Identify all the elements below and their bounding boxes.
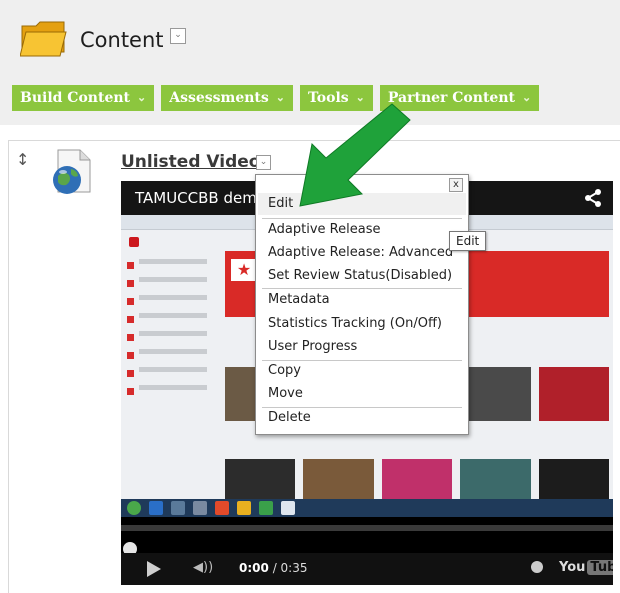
chevron-down-icon: ⌄ (137, 91, 147, 104)
taskbar-app-icon (259, 501, 273, 515)
menu-divider (262, 218, 462, 219)
youtube-logo[interactable]: YouTube (559, 560, 613, 575)
menu-divider (262, 288, 462, 289)
taskbar-app-icon (171, 501, 185, 515)
menu-item-set-review-status[interactable]: Set Review Status(Disabled) (268, 268, 452, 283)
menu-item-adaptive-release-advanced[interactable]: Adaptive Release: Advanced (268, 245, 453, 260)
taskbar-app-icon (215, 501, 229, 515)
video-controls: ◀)) 0:00 / 0:35 YouTube (121, 553, 613, 585)
drag-handle-icon[interactable]: ↕ (16, 150, 29, 169)
menu-item-delete[interactable]: Delete (268, 410, 311, 425)
watch-later-icon[interactable] (531, 561, 543, 573)
item-title-link[interactable]: Unlisted Video (121, 152, 261, 172)
taskbar-app-icon (237, 501, 251, 515)
windows-taskbar (121, 499, 613, 517)
build-content-button[interactable]: Build Content ⌄ (12, 85, 155, 111)
volume-icon[interactable]: ◀)) (193, 560, 213, 575)
page-title: Content (80, 28, 164, 52)
close-icon[interactable]: x (449, 178, 463, 192)
menu-item-user-progress[interactable]: User Progress (268, 339, 357, 354)
build-content-label: Build Content (20, 90, 130, 106)
menu-item-move[interactable]: Move (268, 386, 303, 401)
menu-item-statistics-tracking[interactable]: Statistics Tracking (On/Off) (268, 316, 442, 331)
video-title: TAMUCCBB demo (135, 189, 267, 207)
star-icon: ★ (231, 259, 257, 281)
assessments-button[interactable]: Assessments ⌄ (161, 85, 293, 111)
video-frame-sidebar (127, 255, 207, 495)
play-icon[interactable] (147, 561, 161, 577)
chevron-down-icon: ⌄ (275, 91, 285, 104)
youtube-logo-you: You (559, 560, 586, 575)
time-current: 0:00 (239, 561, 269, 575)
menu-item-copy[interactable]: Copy (268, 363, 301, 378)
browser-icon (149, 501, 163, 515)
assessments-label: Assessments (169, 90, 269, 106)
edit-tooltip: Edit (449, 231, 487, 251)
menu-divider (262, 407, 462, 408)
item-options-chevron-icon[interactable]: ⌄ (256, 155, 271, 170)
menu-item-adaptive-release[interactable]: Adaptive Release (268, 222, 380, 237)
content-toolbar: Build Content ⌄ Assessments ⌄ Tools ⌄ Pa… (12, 85, 540, 111)
pointer-arrow-icon (299, 103, 411, 207)
time-total: / 0:35 (272, 561, 308, 575)
video-time: 0:00 / 0:35 (239, 561, 308, 575)
web-link-icon (53, 149, 91, 194)
video-progress-bar[interactable] (121, 525, 613, 531)
folder-icon (20, 21, 67, 57)
share-icon[interactable] (583, 188, 603, 208)
youtube-logo-tube: Tube (587, 560, 613, 575)
title-chevron-icon[interactable]: ⌄ (170, 28, 186, 44)
menu-item-metadata[interactable]: Metadata (268, 292, 330, 307)
taskbar-app-icon (281, 501, 295, 515)
menu-divider (262, 360, 462, 361)
chevron-down-icon: ⌄ (521, 91, 532, 104)
video-frame-thumbnails-2 (225, 459, 610, 499)
start-orb-icon (127, 501, 141, 515)
taskbar-app-icon (193, 501, 207, 515)
video-frame-logo (129, 237, 140, 247)
